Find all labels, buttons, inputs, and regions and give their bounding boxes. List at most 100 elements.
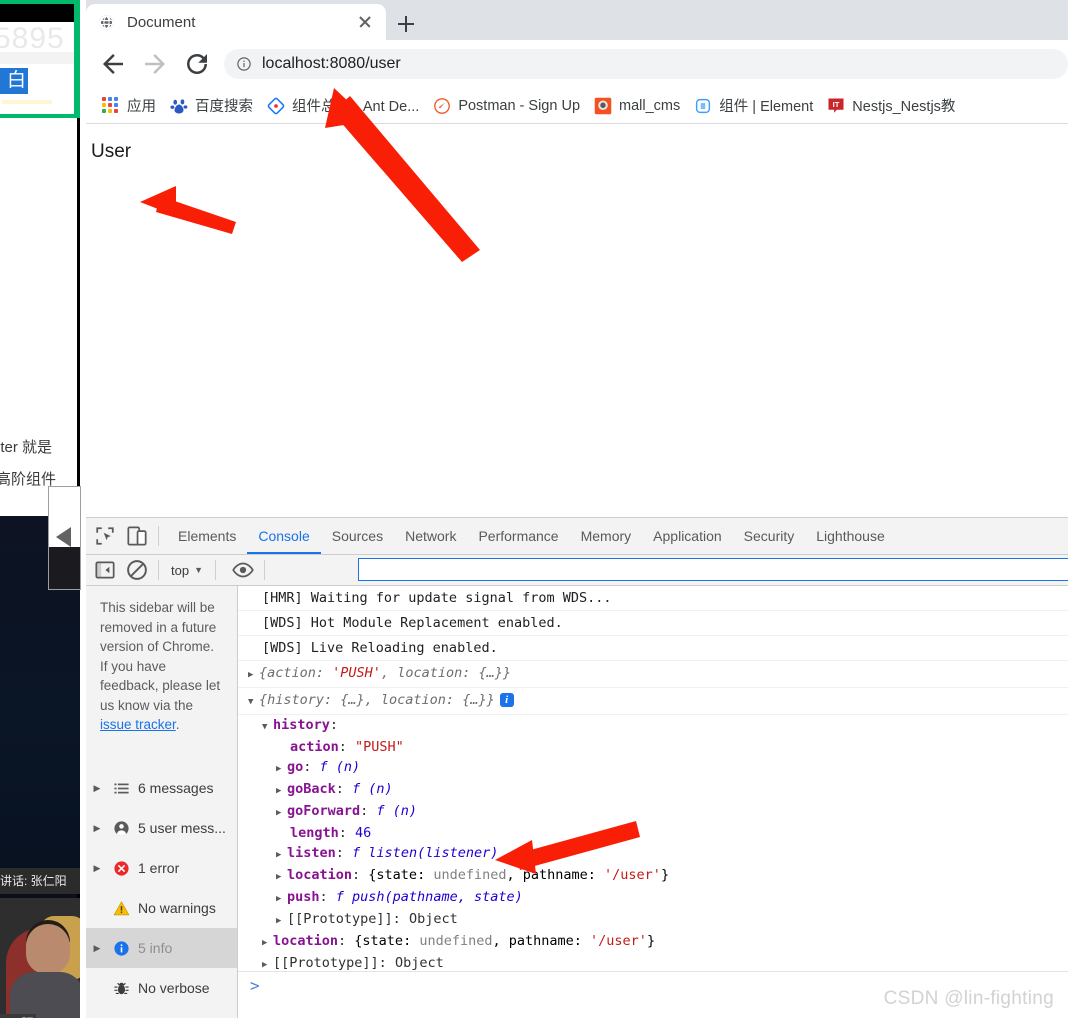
background-webcam-thumbnail — [0, 898, 80, 1018]
issue-tracker-link[interactable]: issue tracker — [100, 717, 176, 732]
expand-arrow-icon[interactable] — [86, 863, 108, 874]
back-button[interactable] — [98, 49, 128, 79]
tab-lighthouse[interactable]: Lighthouse — [805, 518, 896, 554]
tab-document[interactable]: Document — [86, 4, 386, 40]
close-icon[interactable] — [352, 9, 378, 35]
collapse-arrow-icon[interactable] — [262, 717, 273, 737]
expand-arrow-icon[interactable] — [86, 823, 108, 834]
expand-arrow-icon[interactable] — [248, 666, 259, 684]
tree-row-location-outer[interactable]: location: {state: undefined, pathname: '… — [248, 931, 1068, 953]
tree-value: f push(pathname, state) — [335, 889, 523, 905]
tree-row-location-inner[interactable]: location: {state: undefined, pathname: '… — [248, 865, 1068, 887]
bookmark-label: 组件 | Element — [719, 99, 814, 115]
sidebar-filter-messages[interactable]: 6 messages — [86, 768, 237, 808]
execution-context-value: top — [171, 562, 190, 578]
bookmark-ant-design[interactable]: 组件总览 - Ant De... — [267, 95, 419, 116]
notice-period: . — [175, 717, 180, 732]
expand-arrow-icon[interactable] — [276, 781, 287, 801]
address-bar[interactable]: localhost:8080/user — [224, 49, 1068, 79]
sidebar-filter-errors[interactable]: 1 error — [86, 848, 237, 888]
new-tab-button[interactable] — [392, 10, 420, 38]
execution-context-select[interactable]: top ▼ — [171, 563, 203, 578]
expand-arrow-icon[interactable] — [276, 911, 287, 931]
expand-arrow-icon[interactable] — [276, 867, 287, 887]
bookmark-baidu[interactable]: 百度搜索 — [170, 95, 253, 116]
console-filter-input[interactable] — [358, 558, 1068, 581]
background-article-pane: uter 就是 高阶组件 人 ▾ — [0, 118, 80, 554]
bookmark-label: 百度搜索 — [195, 99, 253, 115]
bookmark-postman[interactable]: Postman - Sign Up — [433, 97, 580, 115]
filter-label: No verbose — [138, 980, 210, 996]
sidebar-filter-user-messages[interactable]: 5 user mess... — [86, 808, 237, 848]
background-text-line-1: uter 就是 — [0, 439, 53, 456]
console-object-collapsed[interactable]: {action: 'PUSH', location: {…}} — [238, 661, 1068, 688]
tab-security[interactable]: Security — [733, 518, 806, 554]
expand-arrow-icon[interactable] — [276, 889, 287, 909]
web-page-viewport: User — [86, 125, 1068, 517]
clear-console-icon[interactable] — [124, 557, 150, 583]
expand-arrow-icon[interactable] — [86, 943, 108, 954]
sidebar-filter-verbose[interactable]: No verbose — [86, 968, 237, 1008]
tree-row-history[interactable]: history: — [248, 715, 1068, 737]
tab-performance[interactable]: Performance — [467, 518, 569, 554]
collapse-arrow-icon[interactable] — [248, 693, 259, 711]
expand-arrow-icon[interactable] — [262, 933, 273, 953]
bookmark-apps[interactable]: 应用 — [102, 95, 156, 116]
tree-key: go — [287, 759, 304, 775]
tree-value: Object — [394, 955, 444, 971]
device-toolbar-icon[interactable] — [124, 523, 150, 549]
bookmark-nestjs[interactable]: IT Nestjs_Nestjs教 — [827, 95, 955, 116]
inspect-element-icon[interactable] — [92, 523, 118, 549]
console-output: [HMR] Waiting for update signal from WDS… — [238, 586, 1068, 1018]
tree-row-action: action: "PUSH" — [290, 739, 404, 755]
console-filter-bar: top ▼ — [86, 555, 1068, 586]
tree-row-push[interactable]: push: f push(pathname, state) — [248, 887, 1068, 909]
live-expression-icon[interactable] — [230, 557, 256, 583]
tree-row-listen[interactable]: listen: f listen(listener) — [248, 843, 1068, 865]
expand-arrow-icon[interactable] — [86, 783, 108, 794]
background-video-name: 阳 — [0, 1014, 36, 1018]
background-titlebar — [0, 4, 74, 22]
tab-memory[interactable]: Memory — [570, 518, 643, 554]
tree-row-goback[interactable]: goBack: f (n) — [248, 779, 1068, 801]
bookmark-label: Nestjs_Nestjs教 — [852, 99, 956, 115]
console-object-expanded-header[interactable]: {history: {…}, location: {…}} i — [238, 688, 1068, 715]
tree-value: {state: undefined, pathname: '/user'} — [368, 867, 670, 883]
tree-row-goforward[interactable]: goForward: f (n) — [248, 801, 1068, 823]
prompt-chevron-icon: > — [250, 976, 260, 995]
forward-button[interactable] — [140, 49, 170, 79]
tab-sources[interactable]: Sources — [321, 518, 394, 554]
tab-console[interactable]: Console — [247, 518, 321, 554]
reload-button[interactable] — [182, 49, 212, 79]
expand-arrow-icon[interactable] — [276, 845, 287, 865]
panel-collapse-handle[interactable] — [48, 486, 81, 590]
tab-elements[interactable]: Elements — [167, 518, 247, 554]
background-big-number: 5895 — [0, 22, 65, 55]
console-object-tree: history: action: "PUSH" go: f (n) goBack… — [238, 715, 1068, 979]
background-video-caption: 讲话: 张仁阳 — [0, 868, 80, 894]
sidebar-filter-info[interactable]: 5 info — [86, 928, 237, 968]
url-text: localhost:8080/user — [262, 55, 401, 72]
console-message: [HMR] Waiting for update signal from WDS… — [238, 586, 1068, 611]
bookmark-label: mall_cms — [619, 97, 681, 114]
expand-arrow-icon[interactable] — [276, 803, 287, 823]
sidebar-filter-warnings[interactable]: No warnings — [86, 888, 237, 928]
tree-row-prototype-inner[interactable]: [[Prototype]]: Object — [248, 909, 1068, 931]
tree-key: [[Prototype]] — [273, 955, 379, 971]
tree-value: f (n) — [376, 803, 418, 819]
bookmark-element[interactable]: 组件 | Element — [694, 95, 813, 116]
tab-network[interactable]: Network — [394, 518, 467, 554]
info-circle-icon[interactable] — [236, 56, 252, 72]
tree-row-go[interactable]: go: f (n) — [248, 757, 1068, 779]
console-sidebar-icon[interactable] — [92, 557, 118, 583]
info-badge-icon[interactable]: i — [499, 693, 514, 707]
expand-arrow-icon[interactable] — [276, 759, 287, 779]
panel-collapse-handle-shadow — [49, 547, 80, 589]
tab-application[interactable]: Application — [642, 518, 733, 554]
tree-key: length — [290, 825, 339, 841]
baidu-icon — [170, 97, 188, 115]
background-green-frame: 5895 白 — [0, 0, 80, 118]
notice-line-6: us know via the — [100, 697, 194, 713]
bookmark-mall-cms[interactable]: mall_cms — [594, 97, 680, 115]
svg-text:IT: IT — [833, 99, 840, 108]
